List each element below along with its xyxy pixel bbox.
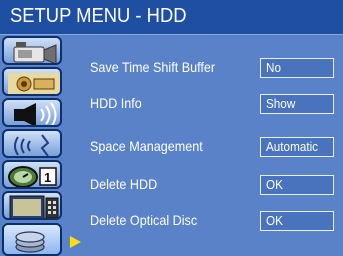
sidebar-tab-hdd[interactable] (2, 223, 62, 256)
sidebar-tab-clock[interactable]: 1 (2, 160, 62, 189)
clock-calendar-icon: 1 (8, 166, 57, 187)
setting-value-hdd-info[interactable]: Show (260, 94, 334, 114)
setting-value-delete-hdd[interactable]: OK (260, 175, 334, 195)
tv-remote-icon (9, 195, 59, 218)
sidebar-tab-system[interactable] (2, 191, 62, 220)
speaker-icon (14, 102, 57, 125)
setting-label-delete-optical: Delete Optical Disc (90, 212, 198, 228)
setting-value-space-management[interactable]: Automatic (260, 137, 334, 157)
setup-menu-screen: SETUP MENU - HDD 1 Save Time Shift Buffe… (0, 0, 343, 256)
setting-label-space-management: Space Management (90, 138, 203, 154)
setting-value-delete-optical[interactable]: OK (260, 211, 334, 231)
signal-waves-icon (14, 134, 50, 156)
video-camera-icon (13, 42, 57, 63)
sidebar-tab-network[interactable] (2, 129, 62, 158)
setting-label-time-shift: Save Time Shift Buffer (90, 59, 216, 75)
projector-icon (8, 73, 60, 94)
selected-tab-pointer (70, 236, 81, 248)
setting-label-delete-hdd: Delete HDD (90, 176, 158, 192)
svg-text:1: 1 (44, 170, 51, 185)
title-bar: SETUP MENU - HDD (0, 0, 343, 35)
setting-label-hdd-info: HDD Info (90, 95, 142, 111)
sidebar: 1 (0, 35, 81, 256)
page-title: SETUP MENU - HDD (10, 5, 187, 27)
setting-value-time-shift[interactable]: No (260, 58, 334, 78)
sidebar-tab-picture[interactable] (2, 67, 62, 96)
sidebar-tab-video[interactable] (2, 36, 62, 65)
hard-disk-icon (15, 231, 45, 253)
sidebar-tab-audio[interactable] (2, 98, 62, 127)
